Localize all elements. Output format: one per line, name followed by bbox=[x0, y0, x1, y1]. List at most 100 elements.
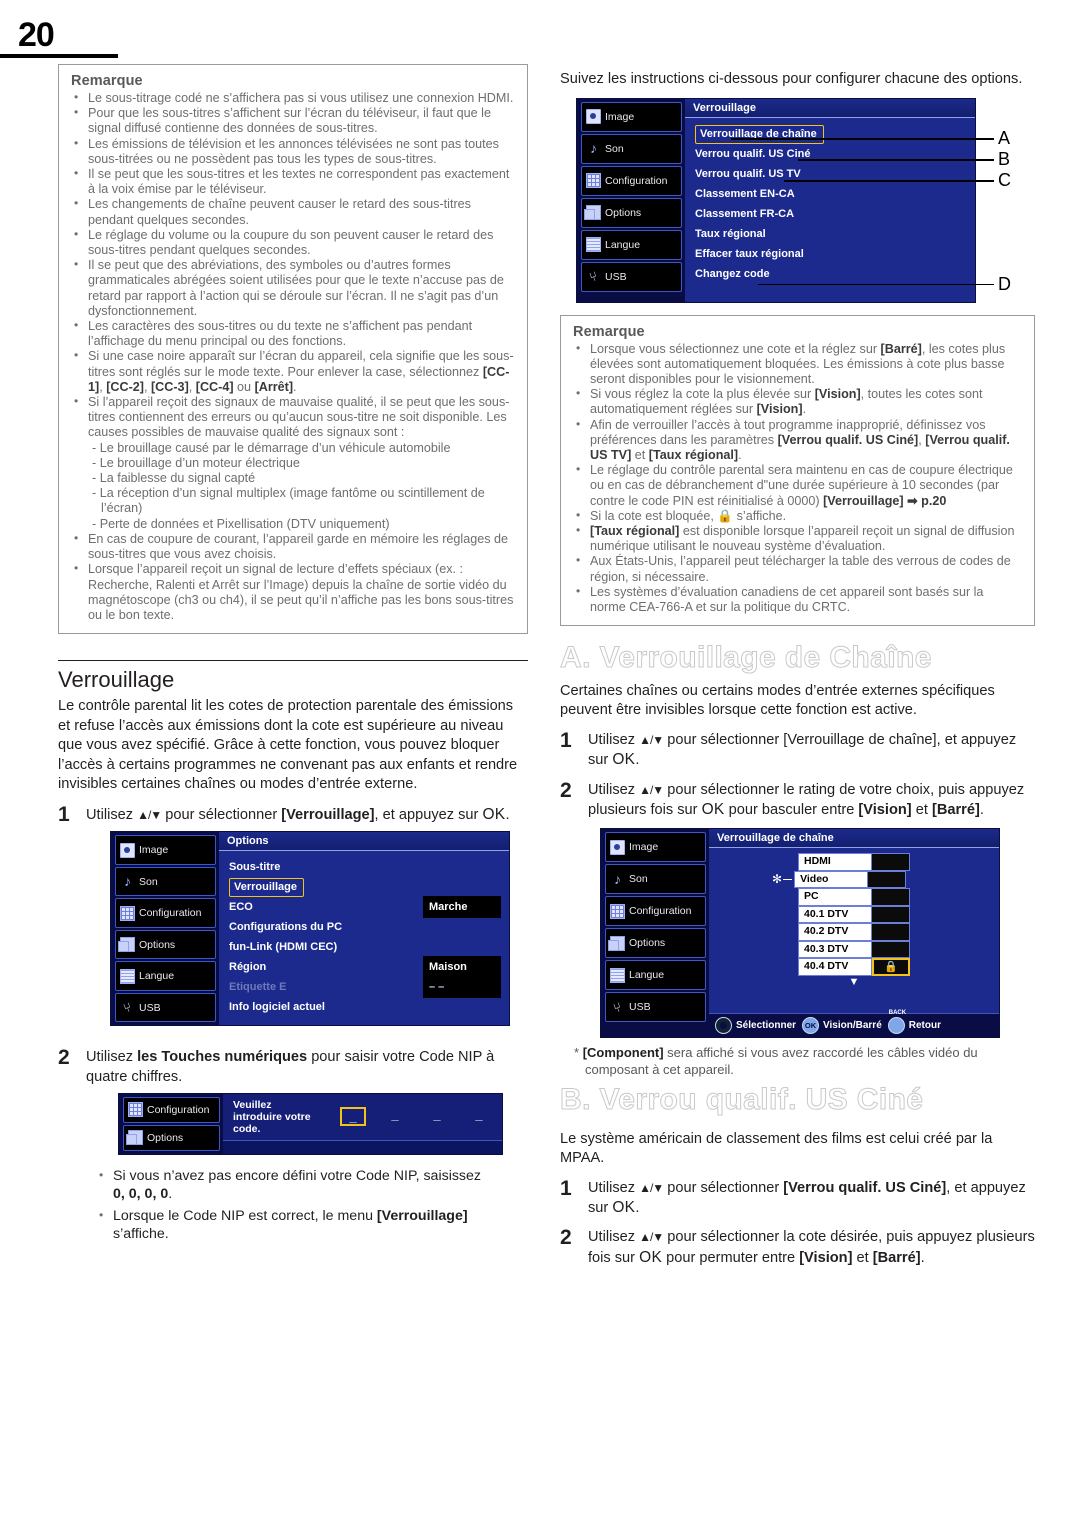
action-toggle[interactable]: OK Vision/Barré bbox=[802, 1017, 882, 1035]
osd-sidebar-item-label: Image bbox=[629, 841, 659, 854]
pencil-icon bbox=[610, 967, 625, 983]
osd-menu-row[interactable]: Verrouillage bbox=[219, 877, 509, 898]
left-column: Remarque Le sous-titrage codé ne s’affic… bbox=[58, 64, 528, 1247]
pin-slot-group[interactable]: _ _ _ _ bbox=[340, 1107, 492, 1127]
step-target-2: [Barré] bbox=[931, 801, 980, 818]
action-back[interactable]: BACK Retour bbox=[887, 1010, 941, 1035]
updown-arrows-icon: ▲/▼ bbox=[639, 732, 664, 747]
channel-lock-row[interactable]: HDMI bbox=[798, 853, 910, 871]
channel-lock-row[interactable]: 40.1 DTV bbox=[798, 905, 910, 924]
ok-icon[interactable]: OK bbox=[802, 1017, 820, 1035]
osd-menu-row[interactable]: Région Maison bbox=[219, 956, 509, 979]
channel-list[interactable]: HDMI ✻ Video PC 40.1 DTV 40.2 DTV 40.3 DTV 40.4… bbox=[772, 853, 910, 976]
osd-sidebar[interactable]: Image ♪ Son Configuration Options Langue ⑂ USB bbox=[577, 98, 685, 302]
osd-sidebar-item-configuration[interactable]: Configuration bbox=[123, 1096, 220, 1123]
channel-lock-state-box[interactable] bbox=[872, 940, 910, 959]
osd-menu-row[interactable]: Verrou qualif. US Ciné bbox=[685, 144, 975, 164]
channel-lock-state-box[interactable] bbox=[872, 923, 910, 941]
back-icon[interactable] bbox=[887, 1017, 905, 1035]
osd-sidebar-item-langue[interactable]: Langue bbox=[581, 229, 682, 260]
footnote-star: * bbox=[574, 1045, 580, 1061]
note-item: Le réglage du volume ou la coupure du so… bbox=[71, 227, 515, 258]
osd-sidebar-item-langue[interactable]: Langue bbox=[605, 960, 706, 991]
osd-row-list[interactable]: Sous-titre Verrouillage ECO Marche Configura… bbox=[219, 851, 509, 1026]
channel-lock-state-box[interactable]: 🔒 bbox=[872, 958, 910, 976]
osd-sidebar-item-son[interactable]: ♪ Son bbox=[581, 133, 682, 164]
pin-slot[interactable]: _ bbox=[382, 1107, 408, 1126]
osd-sidebar[interactable]: Configuration Options bbox=[119, 1093, 223, 1154]
updown-arrows-icon: ▲/▼ bbox=[639, 1230, 664, 1245]
osd-pin-entry[interactable]: Configuration Options Veuillez introduire… bbox=[118, 1092, 503, 1155]
section-a-step-1: 1 Utilisez ▲/▼ pour sélectionner [Verrou… bbox=[560, 730, 1035, 771]
osd-row-list[interactable]: Verrouillage de chaîne Verrou qualif. US … bbox=[685, 117, 975, 302]
note-item: En cas de coupure de courant, l’appareil… bbox=[71, 531, 515, 562]
osd-sidebar-item-image[interactable]: Image bbox=[115, 835, 216, 865]
osd-sidebar[interactable]: Image ♪ Son Configuration Options Langue ⑂ USB bbox=[111, 832, 219, 1026]
osd-sidebar-item-label: Image bbox=[605, 110, 635, 123]
osd-channel-lock-menu[interactable]: Image ♪ Son Configuration Options Langue ⑂ USB … bbox=[600, 828, 1000, 1039]
osd-menu-row[interactable]: fun-Link (HDMI CEC) bbox=[219, 937, 509, 957]
channel-lock-row[interactable]: 40.3 DTV bbox=[798, 940, 910, 959]
channel-lock-row[interactable]: PC bbox=[798, 888, 910, 906]
channel-lock-row[interactable]: 40.4 DTV 🔒 bbox=[798, 958, 910, 976]
osd-sidebar-item-image[interactable]: Image bbox=[581, 101, 682, 132]
pin-slot[interactable]: _ bbox=[466, 1107, 492, 1126]
image-icon bbox=[610, 839, 625, 855]
osd-menu-row[interactable]: Classement EN-CA bbox=[685, 184, 975, 204]
osd-sidebar-item-options[interactable]: Options bbox=[581, 197, 682, 228]
osd-sidebar-item-image[interactable]: Image bbox=[605, 832, 706, 863]
osd-sidebar-item-langue[interactable]: Langue bbox=[115, 961, 216, 991]
osd-sidebar-item-son[interactable]: ♪ Son bbox=[605, 864, 706, 895]
note-item: Il se peut que des abréviations, des sym… bbox=[71, 257, 515, 319]
section-a-step-2: 2 Utilisez ▲/▼ pour sélectionner le rati… bbox=[560, 780, 1035, 821]
leader-line-d bbox=[758, 283, 994, 285]
channel-lock-state-box[interactable] bbox=[872, 853, 910, 871]
osd-options-menu[interactable]: Image ♪ Son Configuration Options Langue ⑂ USB … bbox=[110, 831, 510, 1027]
osd-menu-row[interactable]: Info logiciel actuel bbox=[219, 997, 509, 1017]
osd-menu-row[interactable]: Changez code bbox=[685, 264, 975, 284]
osd-menu-row[interactable]: ECO Marche bbox=[219, 896, 509, 919]
osd-sidebar-item-configuration[interactable]: Configuration bbox=[115, 898, 216, 928]
osd-sidebar-item-options[interactable]: Options bbox=[123, 1124, 220, 1151]
osd-sidebar-item-son[interactable]: ♪ Son bbox=[115, 866, 216, 897]
osd-row-label: Verrouillage bbox=[229, 877, 304, 898]
osd-menu-row[interactable]: Classement FR-CA bbox=[685, 204, 975, 224]
osd-sidebar-item-usb[interactable]: ⑂ USB bbox=[581, 261, 682, 292]
channel-lock-state-box[interactable] bbox=[872, 888, 910, 906]
osd-title: Verrouillage de chaîne bbox=[709, 829, 999, 849]
osd-sidebar-item-configuration[interactable]: Configuration bbox=[605, 896, 706, 927]
dpad-icon[interactable] bbox=[715, 1017, 732, 1035]
osd-menu-row[interactable]: Etiquette E – – bbox=[219, 976, 509, 999]
osd-action-bar[interactable]: Sélectionner OK Vision/Barré BACK Retour bbox=[709, 1010, 999, 1038]
osd-menu-row[interactable]: Verrouillage de chaîne bbox=[685, 124, 975, 144]
osd-verrouillage-menu[interactable]: Image ♪ Son Configuration Options Langue ⑂ USB … bbox=[576, 97, 976, 303]
osd-sidebar[interactable]: Image ♪ Son Configuration Options Langue ⑂ USB bbox=[601, 829, 709, 1038]
osd-sidebar-item-configuration[interactable]: Configuration bbox=[581, 165, 682, 196]
channel-lock-row[interactable]: 40.2 DTV bbox=[798, 923, 910, 941]
note-item: Les changements de chaîne peuvent causer… bbox=[71, 196, 515, 227]
note-item: Il se peut que les sous-titres et les te… bbox=[71, 166, 515, 197]
action-select[interactable]: Sélectionner bbox=[715, 1017, 796, 1035]
channel-lock-row[interactable]: ✻ Video bbox=[772, 870, 910, 889]
image-icon bbox=[120, 842, 135, 858]
remarque-note-box-right: Remarque Lorsque vous sélectionnez une c… bbox=[560, 314, 1035, 627]
osd-sidebar-item-options[interactable]: Options bbox=[605, 928, 706, 959]
channel-name: 40.1 DTV bbox=[798, 905, 872, 924]
osd-sidebar-item-options[interactable]: Options bbox=[115, 929, 216, 960]
pin-slot[interactable]: _ bbox=[424, 1107, 450, 1126]
osd-menu-row[interactable]: Effacer taux régional bbox=[685, 244, 975, 264]
osd-title: Verrouillage bbox=[685, 98, 975, 118]
osd-row-value: Marche bbox=[423, 896, 501, 919]
pin-slot[interactable]: _ bbox=[340, 1107, 366, 1127]
pin-prompt: Veuillez introduire votre code. bbox=[233, 1098, 311, 1135]
osd-sidebar-item-usb[interactable]: ⑂ USB bbox=[115, 992, 216, 1023]
step-1: 1 Utilisez ▲/▼ pour sélectionner [Verrou… bbox=[58, 804, 528, 825]
channel-lock-state-box[interactable] bbox=[868, 870, 907, 889]
osd-menu-row[interactable]: Configurations du PC bbox=[219, 917, 509, 937]
osd-menu-row[interactable]: Sous-titre bbox=[219, 857, 509, 877]
osd-sidebar-item-usb[interactable]: ⑂ USB bbox=[605, 992, 706, 1023]
channel-lock-state-box[interactable] bbox=[872, 905, 910, 924]
step-conj: et bbox=[911, 801, 932, 818]
osd-menu-row[interactable]: Taux régional bbox=[685, 224, 975, 244]
pin-entry-bar[interactable]: Veuillez introduire votre code. _ _ _ _ bbox=[223, 1093, 502, 1141]
